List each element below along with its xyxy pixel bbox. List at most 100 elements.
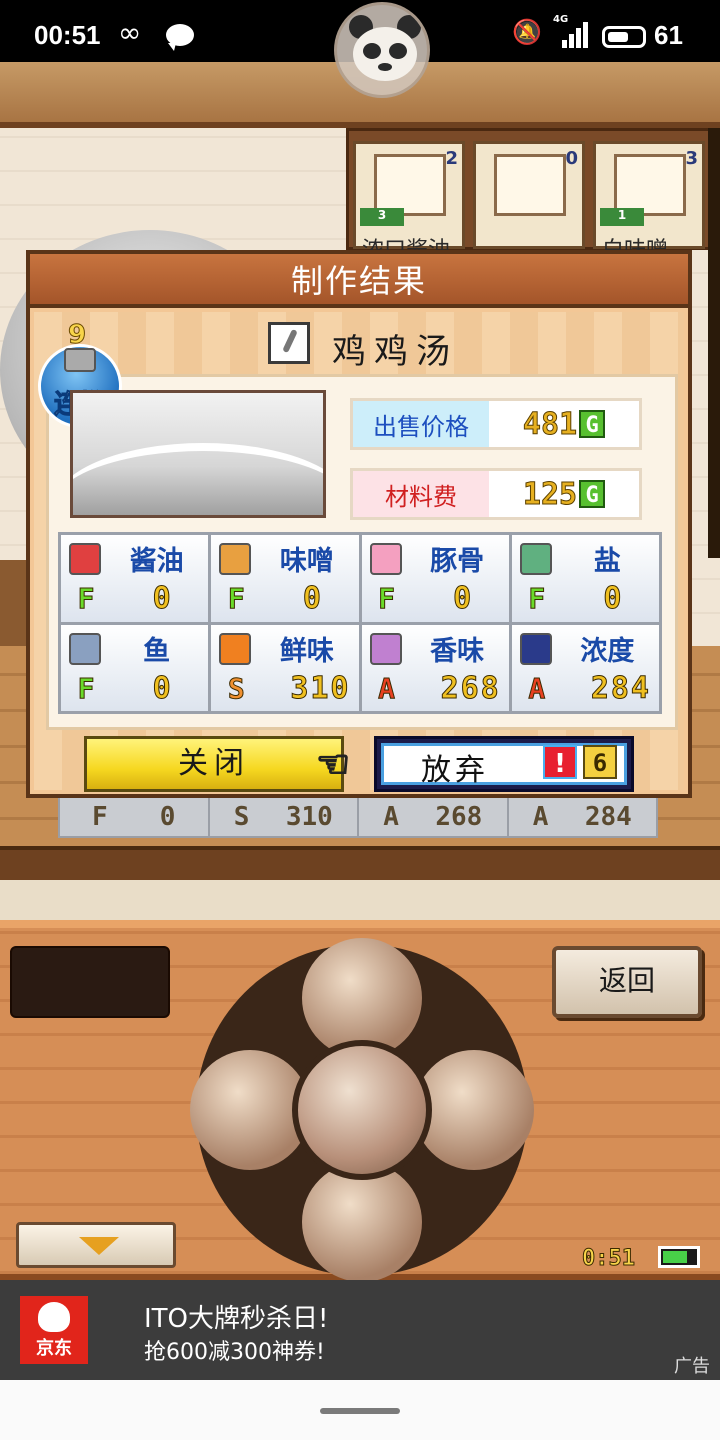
soup-bowl-image [70,390,326,518]
sell-price-value: 481 G [489,401,639,447]
thickness-icon [519,632,552,665]
stat-rank: F [227,582,245,615]
mini-screen [10,946,170,1018]
dpad-down[interactable] [302,1162,422,1282]
shelf-count: 0 [565,148,578,169]
ad-subtitle: 抢600减300神券! [144,1340,325,1365]
background-stats-row: F0 S 310 A 268 A 284 [58,796,658,838]
stat-rank: S [227,671,245,705]
dpad-right[interactable] [414,1050,534,1170]
stat-cell: 鱼 F 0 [61,624,209,711]
peek-cell: A 284 [532,802,632,832]
stat-rank: A [528,671,546,705]
shelf-count: 3 [685,148,698,169]
stat-name: 鲜味 [279,635,334,667]
stat-name: 鱼 [143,635,171,667]
dpad[interactable] [190,938,534,1282]
stat-value: 0 [152,670,173,706]
soy-sauce-icon [69,543,101,575]
battery-icon [602,26,646,48]
stat-rank: F [378,582,396,615]
ad-banner[interactable]: 京东 ITO大牌秒杀日! 抢600减300神券! 广告 [0,1280,720,1380]
mute-bell-icon: 🔕 [512,18,542,46]
shelf-level: 3 [360,208,404,226]
shelf-count: 2 [445,148,458,169]
miso-icon [614,154,686,216]
stat-value: 284 [590,670,651,706]
stats-grid: 酱油 F 0 味噌 F 0 豚骨 F 0 盐 F 0 鱼 F 0 鲜味 S 310 香味 A 268 浓度 A 284 [58,532,662,714]
panda-face [353,27,417,81]
result-dialog: 制作结果 鸡鸡汤 9 连携 出售价格 481G 材料费 125G 酱油F0味噌F… [26,250,692,798]
stat-name: 浓度 [580,635,635,667]
ingredient-icon [494,154,566,216]
floor [0,880,720,920]
material-cost-row: 材料费 125 G [350,468,642,520]
navigation-bar [0,1380,720,1440]
stat-value: 0 [453,581,474,617]
peek-cell: F0 [60,798,210,836]
stat-rank: F [528,582,546,615]
sell-price-label: 出售价格 [353,401,489,447]
close-button[interactable]: 关闭 [84,736,344,792]
stat-cell: 浓度 A 284 [511,624,659,711]
counter-edge [0,846,720,880]
game-battery-icon [658,1246,700,1268]
infinity-icon: ∞ [118,16,142,49]
stat-name: 味噌 [279,546,334,577]
stat-cell: 盐 F 0 [511,535,659,622]
material-cost-value: 125 G [489,471,639,517]
umami-icon [219,632,252,665]
gold-icon: G [579,480,606,508]
panda-eye [389,43,407,59]
pointing-hand-icon: ☜ [315,741,351,787]
aroma-icon [369,632,402,665]
back-button[interactable]: 返回 [552,946,702,1018]
give-up-button[interactable]: 放弃 ! 6 [374,736,634,792]
stat-value: 268 [440,670,501,706]
stat-value: 310 [290,670,351,706]
stat-cell: 鲜味 S 310 [211,624,359,711]
stat-rank: A [378,671,396,705]
controller-panel: 返回 0:51 [0,920,720,1282]
stat-name: 酱油 [129,546,184,577]
chevron-down-button[interactable] [16,1222,176,1268]
clock: 00:51 [34,20,101,50]
stat-cell: 豚骨 F 0 [361,535,509,622]
game-clock: 0:51 [582,1246,636,1272]
ingredient-shelf: 2 3 浓口酱油 0 3 1 白味噌 [346,128,720,263]
shelf-card[interactable]: 0 [473,141,585,249]
signal-icon [556,22,588,48]
stat-name: 豚骨 [430,546,485,577]
stat-value: 0 [152,581,173,617]
fish-icon [69,632,101,665]
chat-bubble-icon [166,24,194,51]
warning-icon: ! [543,745,577,779]
dpad-center-button[interactable] [292,1040,432,1180]
stat-cell: 香味 A 268 [361,624,509,711]
shelf-frame [708,128,720,558]
shelf-card[interactable]: 2 3 浓口酱油 [353,141,465,263]
panda-avatar[interactable] [334,2,430,98]
peek-cell: A 268 [359,798,509,836]
ladle-icon [268,322,310,364]
pig-icon [369,543,402,575]
stat-cell: 酱油 F 0 [61,535,209,622]
stat-rank: F [77,671,95,705]
give-up-label: 放弃 [421,753,489,788]
jd-dog-icon [38,1302,70,1332]
soy-bottle-icon [374,154,446,216]
stat-value: 0 [603,581,624,617]
ad-tag: 广告 [674,1356,710,1377]
salt-icon [519,543,552,575]
ad-brand: 京东 [36,1338,72,1359]
gold-icon: G [579,410,606,438]
stat-cell: 味噌 F 0 [211,535,359,622]
shelf-level: 1 [600,208,644,226]
shelf-card[interactable]: 3 1 白味噌 [593,141,705,263]
combo-count: 9 [67,320,87,351]
peek-cell: S 310 [210,798,359,836]
stat-name: 盐 [593,546,621,577]
home-handle[interactable] [320,1408,400,1414]
battery-level: 61 [654,20,683,50]
dish-name: 鸡鸡汤 [332,332,458,372]
